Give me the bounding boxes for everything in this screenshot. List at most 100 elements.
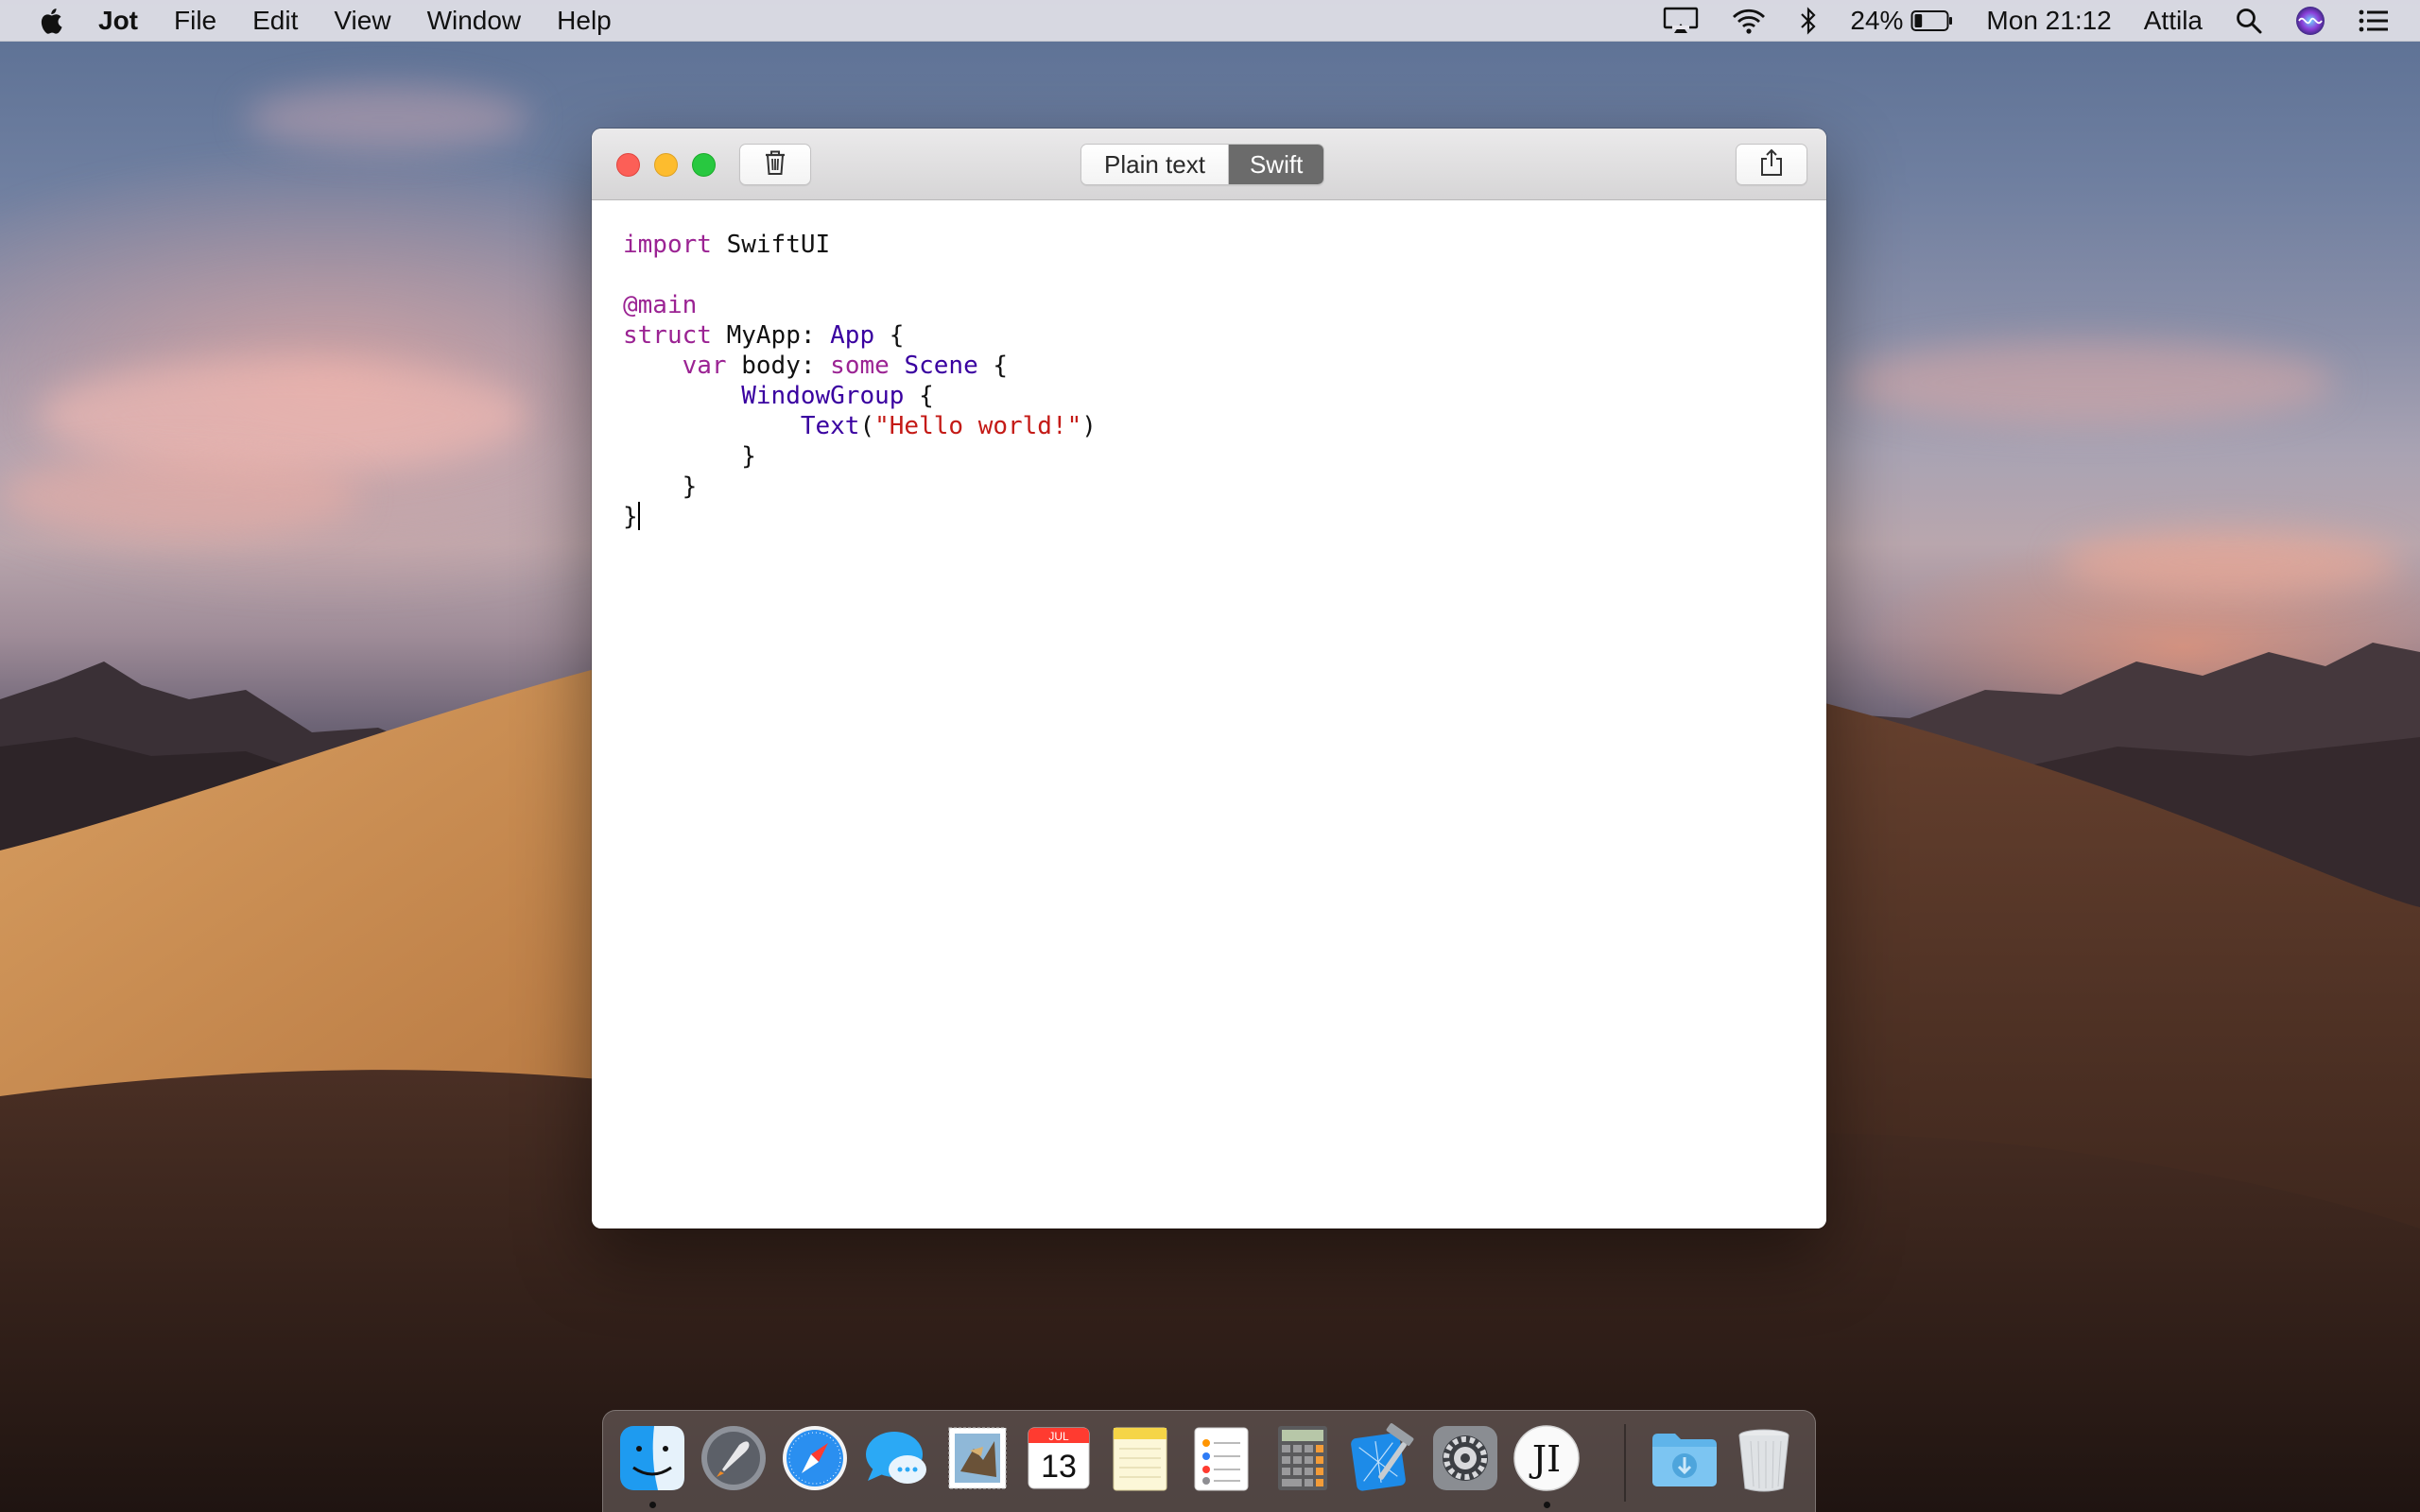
dock-calculator[interactable] (1267, 1422, 1339, 1494)
dock-separator (1624, 1424, 1626, 1502)
siri-icon[interactable] (2295, 6, 2325, 36)
window-close-button[interactable] (616, 153, 640, 177)
code-text: { (874, 321, 905, 350)
dock: JUL 13 JI (602, 1410, 1816, 1512)
downloads-folder-icon (1652, 1434, 1717, 1486)
keyword: struct (623, 321, 712, 350)
keyword: some (830, 352, 890, 380)
text-cursor (637, 502, 640, 530)
menu-user[interactable]: Attila (2144, 6, 2203, 36)
window-zoom-button[interactable] (692, 153, 716, 177)
type-name: WindowGroup (741, 382, 905, 410)
menu-bar: Jot File Edit View Window Help 24% Mon 2… (0, 0, 2420, 42)
code-text: body: (726, 352, 831, 380)
trash-icon (763, 148, 787, 181)
calendar-day: 13 (1041, 1449, 1077, 1485)
battery-percent: 24% (1850, 5, 1904, 35)
segment-plain-text[interactable]: Plain text (1081, 145, 1229, 184)
calendar-icon: JUL 13 (1028, 1427, 1090, 1489)
menu-help[interactable]: Help (557, 6, 612, 36)
menu-clock[interactable]: Mon 21:12 (1986, 6, 2111, 36)
window-minimize-button[interactable] (654, 153, 678, 177)
dock-jot[interactable]: JI (1511, 1422, 1582, 1494)
calculator-icon (1278, 1426, 1327, 1490)
type-name: App (830, 321, 875, 350)
code-text: } (623, 503, 638, 531)
dock-xcode[interactable] (1348, 1422, 1420, 1494)
menu-edit[interactable]: Edit (252, 6, 298, 36)
safari-icon (783, 1426, 847, 1490)
bluetooth-icon[interactable] (1799, 6, 1818, 35)
notification-center-icon[interactable] (2358, 8, 2390, 34)
jot-window: Plain text Swift import SwiftUI @main st… (592, 129, 1826, 1228)
dock-calendar[interactable]: JUL 13 (1023, 1422, 1095, 1494)
trash-can-icon (1738, 1429, 1789, 1492)
wifi-icon[interactable] (1731, 7, 1767, 35)
dock-notes[interactable] (1104, 1422, 1176, 1494)
segment-swift[interactable]: Swift (1228, 145, 1324, 184)
code-text: { (904, 382, 934, 410)
apple-logo-icon[interactable] (38, 7, 62, 35)
dock-mail[interactable] (942, 1422, 1013, 1494)
dock-trash[interactable] (1728, 1422, 1800, 1494)
system-preferences-icon (1433, 1426, 1497, 1490)
mail-icon (948, 1427, 1007, 1489)
keyword: var (682, 352, 727, 380)
running-indicator (649, 1502, 656, 1508)
jot-app-icon: JI (1513, 1425, 1580, 1491)
menu-view[interactable]: View (334, 6, 390, 36)
code-line: import SwiftUI (623, 230, 1826, 260)
code-text: MyApp: (711, 321, 831, 350)
menu-app-name[interactable]: Jot (98, 6, 138, 36)
battery-icon (1910, 9, 1954, 32)
code-text: ) (1081, 412, 1097, 440)
code-line: @main (623, 290, 1826, 320)
code-line: struct MyApp: App { (623, 320, 1826, 351)
menu-file[interactable]: File (174, 6, 216, 36)
string-literal: "Hello world!" (874, 412, 1082, 440)
attribute: @main (623, 291, 698, 319)
cloud (0, 454, 359, 539)
running-indicator (1544, 1502, 1550, 1508)
notes-icon (1113, 1427, 1167, 1491)
trash-button[interactable] (739, 144, 811, 185)
dock-reminders[interactable] (1185, 1422, 1257, 1494)
airplay-icon[interactable] (1663, 7, 1699, 35)
dock-safari[interactable] (779, 1422, 851, 1494)
battery-status[interactable]: 24% (1850, 6, 1954, 36)
dock-downloads-stack[interactable] (1649, 1422, 1720, 1494)
code-editor[interactable]: import SwiftUI @main struct MyApp: App {… (592, 201, 1826, 1228)
menu-window[interactable]: Window (427, 6, 522, 36)
keyword: import (623, 231, 712, 259)
dock-launchpad[interactable] (698, 1422, 769, 1494)
xcode-icon (1351, 1423, 1414, 1491)
reminders-icon (1194, 1427, 1249, 1491)
share-icon (1759, 147, 1784, 182)
code-line: var body: some Scene { (623, 351, 1826, 381)
code-text: } (623, 442, 756, 471)
code-line: } (623, 472, 1826, 502)
syntax-mode-segmented-control[interactable]: Plain text Swift (1080, 144, 1325, 185)
finder-icon (620, 1426, 684, 1490)
dock-finder[interactable] (616, 1422, 688, 1494)
cloud (1843, 340, 2335, 425)
type-name: Scene (904, 352, 978, 380)
share-button[interactable] (1736, 144, 1807, 185)
code-line: } (623, 441, 1826, 472)
cloud (246, 85, 529, 151)
code-text: SwiftUI (711, 231, 831, 259)
code-text: { (977, 352, 1009, 380)
code-line: WindowGroup { (623, 381, 1826, 411)
dock-system-preferences[interactable] (1429, 1422, 1501, 1494)
spotlight-search-icon[interactable] (2235, 7, 2263, 35)
dock-messages[interactable] (860, 1422, 932, 1494)
code-text: ( (859, 412, 875, 440)
code-text: } (623, 472, 698, 501)
type-name: Text (800, 412, 860, 440)
window-titlebar[interactable]: Plain text Swift (592, 129, 1826, 200)
launchpad-icon (701, 1426, 766, 1490)
calendar-month: JUL (1048, 1430, 1069, 1443)
